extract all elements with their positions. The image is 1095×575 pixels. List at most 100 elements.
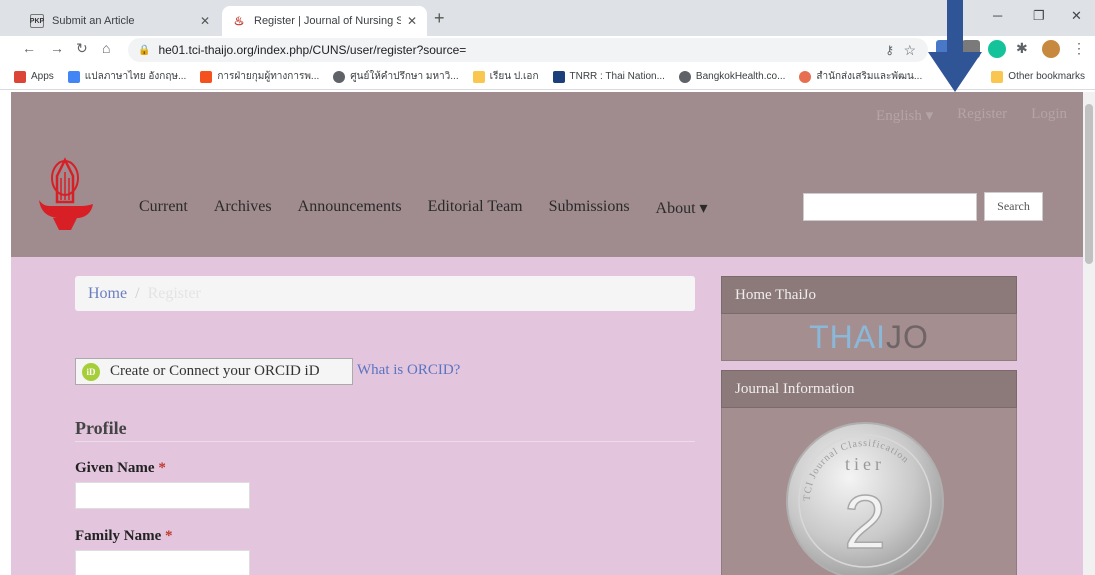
breadcrumb-separator: / — [135, 284, 140, 302]
nav-announcements[interactable]: Announcements — [298, 198, 402, 218]
bookmark-label: Other bookmarks — [1008, 71, 1085, 82]
nav-archives[interactable]: Archives — [214, 198, 272, 218]
orcid-connect-button[interactable]: iD Create or Connect your ORCID iD — [75, 358, 353, 385]
thaijo-logo-part2: JO — [886, 319, 929, 355]
journal-logo-icon[interactable] — [35, 156, 95, 234]
bookmark-item[interactable]: ศูนย์ให้คำปรึกษา มหาวิ... — [333, 69, 459, 84]
badge-tier-number: 2 — [844, 480, 886, 565]
avatar[interactable] — [1042, 40, 1060, 58]
bookmark-icon — [67, 70, 80, 83]
badge-tier-text: tier — [845, 454, 885, 474]
divider — [75, 441, 695, 442]
what-is-orcid-link[interactable]: What is ORCID? — [357, 362, 460, 379]
address-bar[interactable]: 🔒 he01.tci-thaijo.org/index.php/CUNS/use… — [128, 38, 928, 62]
sidebar-journal-information: Journal Information TCI Journal Classifi… — [721, 370, 1017, 575]
bookmark-label: TNRR : Thai Nation... — [569, 71, 665, 82]
close-tab-icon[interactable]: ✕ — [200, 14, 210, 28]
folder-icon — [991, 70, 1004, 83]
star-icon[interactable]: ☆ — [903, 42, 916, 59]
breadcrumb: Home / Register — [75, 276, 695, 311]
site-header: English ▾ Register Login Current Archive… — [11, 92, 1083, 257]
bookmark-apps[interactable]: Apps — [14, 70, 54, 83]
bookmark-item[interactable]: BangkokHealth.co... — [678, 70, 785, 83]
bookmark-label: ศูนย์ให้คำปรึกษา มหาวิ... — [350, 71, 459, 82]
register-link[interactable]: Register — [957, 106, 1007, 125]
menu-icon[interactable]: ⋮ — [1072, 40, 1086, 57]
login-link[interactable]: Login — [1031, 106, 1067, 125]
scrollbar-thumb[interactable] — [1085, 104, 1093, 264]
folder-icon — [472, 70, 485, 83]
sidebar-home-thaijo: Home ThaiJo THAIJO — [721, 276, 1017, 361]
bookmark-item[interactable]: เรียน ป.เอก — [472, 69, 539, 84]
lamp-favicon-icon: ♨ — [233, 14, 245, 28]
url-text: he01.tci-thaijo.org/index.php/CUNS/user/… — [158, 43, 467, 57]
thaijo-logo-link[interactable]: THAIJO — [721, 314, 1017, 361]
nav-current[interactable]: Current — [139, 198, 188, 218]
sidebar-heading: Home ThaiJo — [721, 276, 1017, 314]
bookmark-item[interactable]: TNRR : Thai Nation... — [552, 70, 665, 83]
apps-icon — [14, 70, 26, 83]
page-scrollbar[interactable] — [1083, 92, 1095, 575]
close-tab-icon[interactable]: ✕ — [407, 14, 417, 28]
bookmark-label: สำนักส่งเสริมและพัฒน... — [816, 71, 923, 82]
main-nav: Current Archives Announcements Editorial… — [139, 198, 708, 218]
bookmark-item[interactable]: สำนักส่งเสริมและพัฒน... — [799, 69, 922, 84]
globe-icon — [678, 70, 691, 83]
browser-tab-register[interactable]: ♨ Register | Journal of Nursing Scie ✕ — [222, 6, 427, 36]
new-tab-button[interactable]: + — [434, 8, 445, 29]
minimize-button[interactable]: ─ — [993, 8, 1002, 23]
bookmark-icon — [799, 70, 812, 83]
back-icon[interactable]: ← — [22, 40, 36, 56]
tci-tier-badge-icon[interactable]: TCI Journal Classification tier 2 — [784, 420, 946, 575]
puzzle-icon[interactable]: ✱ — [1016, 40, 1028, 57]
orcid-icon: iD — [82, 362, 100, 381]
nav-submissions[interactable]: Submissions — [549, 198, 630, 218]
globe-icon — [333, 70, 346, 83]
given-name-input[interactable] — [75, 482, 250, 509]
grammarly-icon[interactable] — [988, 40, 1006, 58]
search-button[interactable]: Search — [984, 192, 1043, 221]
close-window-button[interactable]: ✕ — [1071, 8, 1082, 24]
forward-icon[interactable]: → — [50, 40, 64, 56]
profile-heading: Profile — [75, 418, 127, 438]
thaijo-logo: THAIJO — [722, 314, 1016, 360]
browser-tab-submit-article[interactable]: PKP Submit an Article ✕ — [20, 6, 220, 36]
bookmark-label: การฝ่ายกุมผู้ทางการพ... — [217, 71, 320, 82]
breadcrumb-home-link[interactable]: Home — [88, 285, 127, 303]
bookmark-item[interactable]: การฝ่ายกุมผู้ทางการพ... — [200, 69, 319, 84]
restore-button[interactable]: ❐ — [1033, 8, 1045, 24]
lock-icon: 🔒 — [138, 44, 151, 56]
required-marker: * — [158, 460, 166, 476]
bookmark-label: เรียน ป.เอก — [489, 71, 539, 82]
tab-title: Submit an Article — [52, 15, 135, 27]
tab-title: Register | Journal of Nursing Scie — [254, 15, 401, 27]
annotation-arrow-icon — [928, 0, 982, 92]
family-name-input[interactable] — [75, 550, 250, 575]
nav-about[interactable]: About ▾ — [656, 198, 708, 218]
tci-badge-container: TCI Journal Classification tier 2 — [721, 408, 1017, 575]
language-dropdown[interactable]: English ▾ — [876, 106, 933, 125]
other-bookmarks[interactable]: Other bookmarks — [991, 70, 1085, 83]
home-icon[interactable]: ⌂ — [102, 40, 110, 56]
bookmark-label: Apps — [31, 71, 54, 82]
bookmark-label: แปลภาษาไทย อังกฤษ... — [84, 71, 187, 82]
given-name-label: Given Name * — [75, 460, 166, 477]
user-nav: English ▾ Register Login — [876, 106, 1067, 125]
family-name-label: Family Name * — [75, 528, 172, 545]
thaijo-logo-part1: THAI — [809, 319, 886, 355]
nav-editorial-team[interactable]: Editorial Team — [428, 198, 523, 218]
bookmark-item[interactable]: แปลภาษาไทย อังกฤษ... — [67, 69, 187, 84]
field-label-text: Family Name — [75, 528, 162, 544]
key-icon[interactable]: ⚷ — [885, 43, 894, 57]
required-marker: * — [164, 528, 173, 544]
reload-icon[interactable]: ↻ — [76, 40, 88, 57]
breadcrumb-current: Register — [147, 284, 201, 302]
bookmark-icon — [552, 70, 565, 83]
sidebar-heading: Journal Information — [721, 370, 1017, 408]
field-label-text: Given Name — [75, 460, 155, 476]
pkp-favicon-icon: PKP — [30, 14, 44, 28]
bookmark-icon — [200, 70, 213, 83]
web-page: English ▾ Register Login Current Archive… — [11, 92, 1083, 575]
orcid-button-label: Create or Connect your ORCID iD — [110, 363, 320, 379]
search-input[interactable] — [803, 193, 977, 221]
